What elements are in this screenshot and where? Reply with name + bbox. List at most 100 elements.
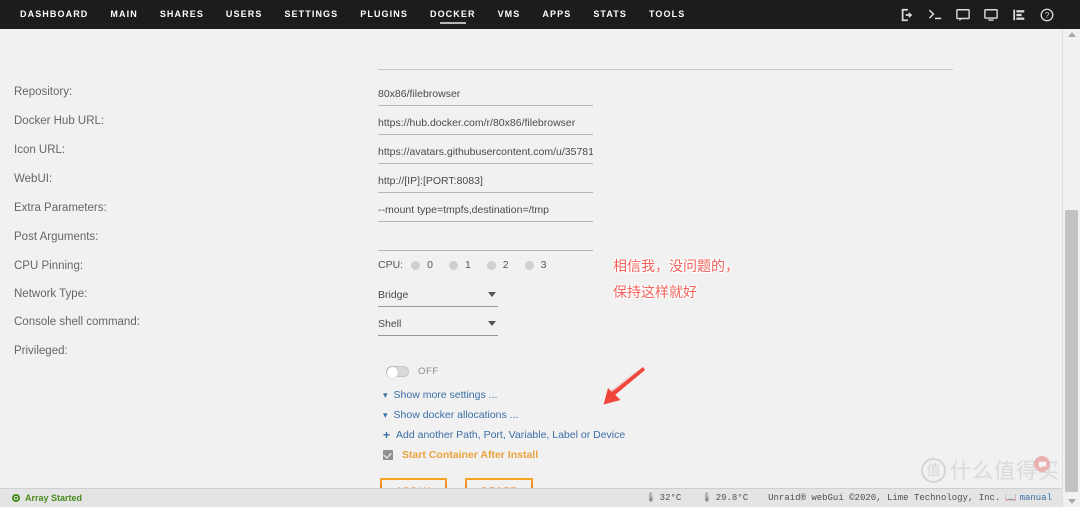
cpu-core-label-1: 1 xyxy=(464,259,471,271)
chat-icon[interactable] xyxy=(955,7,970,22)
page-scrollbar[interactable] xyxy=(1062,29,1080,507)
cpu-core-option-1[interactable]: 1 xyxy=(448,259,471,271)
scrollbar-thumb[interactable] xyxy=(1065,210,1078,492)
terminal-icon[interactable] xyxy=(927,7,942,22)
label-repository: Repository: xyxy=(14,86,73,98)
cpu-core-option-3[interactable]: 3 xyxy=(524,259,547,271)
start-container-label: Start Container After Install xyxy=(402,449,539,461)
privileged-toggle-row[interactable]: OFF xyxy=(386,366,439,378)
array-status-icon xyxy=(12,494,20,502)
chevron-down-icon xyxy=(488,292,496,297)
cpu-checkbox-2[interactable] xyxy=(486,260,496,270)
console-shell-value: Shell xyxy=(378,318,402,330)
extra-parameters-value: --mount type=tmpfs,destination=/tmp xyxy=(378,204,549,216)
cpu-pinning-row: CPU: 0 1 2 3 xyxy=(378,259,562,271)
label-network-type: Network Type: xyxy=(14,288,88,300)
scroll-up-arrow-icon[interactable] xyxy=(1068,32,1076,37)
icon-url-value: https://avatars.githubusercontent.com/u/… xyxy=(378,146,593,158)
status-footer: Array Started 🌡 32°C 🌡 29.8°C Unraid® we… xyxy=(0,488,1062,507)
nav-item-dashboard[interactable]: DASHBOARD xyxy=(9,0,99,29)
add-another-config-label: Add another Path, Port, Variable, Label … xyxy=(396,429,626,441)
docker-settings-form: Repository: Docker Hub URL: Icon URL: We… xyxy=(0,29,1062,504)
nav-item-stats[interactable]: STATS xyxy=(582,0,638,29)
cpu-temperature: 🌡 32°C xyxy=(645,493,681,503)
cpu-core-label-2: 2 xyxy=(502,259,509,271)
start-container-checkbox[interactable] xyxy=(383,450,393,460)
board-temperature: 🌡 29.8°C xyxy=(701,493,748,503)
chevron-down-icon: ▾ xyxy=(383,409,388,420)
cpu-prefix-label: CPU: xyxy=(378,259,404,271)
webui-input[interactable]: http://[IP]:[PORT:8083] xyxy=(378,173,593,193)
webui-value: http://[IP]:[PORT:8083] xyxy=(378,175,483,187)
label-docker-hub-url: Docker Hub URL: xyxy=(14,115,105,127)
nav-item-list: DASHBOARD MAIN SHARES USERS SETTINGS PLU… xyxy=(0,0,696,29)
nav-item-main[interactable]: MAIN xyxy=(99,0,148,29)
array-status-label: Array Started xyxy=(25,493,83,503)
scroll-down-arrow-icon[interactable] xyxy=(1068,499,1076,504)
nav-item-shares[interactable]: SHARES xyxy=(149,0,215,29)
cpu-temperature-value: 32°C xyxy=(659,493,682,503)
archive-icon[interactable] xyxy=(1011,7,1026,22)
cpu-core-label-0: 0 xyxy=(427,259,433,271)
toggle-knob xyxy=(387,367,398,378)
label-icon-url: Icon URL: xyxy=(14,144,66,156)
chevron-down-icon xyxy=(488,321,496,326)
footer-right-group: 🌡 32°C 🌡 29.8°C Unraid® webGui ©2020, Li… xyxy=(645,493,1062,503)
svg-text:?: ? xyxy=(1044,11,1049,20)
manual-link-label: manual xyxy=(1019,493,1052,503)
manual-link[interactable]: 📖 manual xyxy=(1005,493,1052,503)
show-docker-allocations-link[interactable]: ▾ Show docker allocations ... xyxy=(383,409,518,421)
monitor-icon[interactable] xyxy=(983,7,998,22)
icon-url-input[interactable]: https://avatars.githubusercontent.com/u/… xyxy=(378,144,593,164)
cpu-core-label-3: 3 xyxy=(540,259,547,271)
unraid-docker-page: DASHBOARD MAIN SHARES USERS SETTINGS PLU… xyxy=(0,0,1080,507)
privileged-toggle[interactable] xyxy=(386,366,409,378)
logout-icon[interactable] xyxy=(899,7,914,22)
repository-value: 80x86/filebrowser xyxy=(378,88,461,100)
cpu-checkbox-1[interactable] xyxy=(448,260,458,270)
plus-icon: + xyxy=(383,428,391,442)
thermometer-icon: 🌡 xyxy=(701,493,713,503)
chevron-down-icon: ▾ xyxy=(383,389,388,400)
label-webui: WebUI: xyxy=(14,173,53,185)
label-post-arguments: Post Arguments: xyxy=(14,231,99,243)
nav-item-settings[interactable]: SETTINGS xyxy=(273,0,349,29)
nav-item-plugins[interactable]: PLUGINS xyxy=(349,0,419,29)
cpu-core-option-0[interactable]: 0 xyxy=(411,259,433,271)
board-temperature-value: 29.8°C xyxy=(715,493,749,503)
cpu-checkbox-0[interactable] xyxy=(411,260,421,270)
form-top-divider xyxy=(378,69,953,70)
book-icon: 📖 xyxy=(1005,493,1017,503)
docker-hub-url-value: https://hub.docker.com/r/80x86/filebrows… xyxy=(378,117,576,129)
post-arguments-input[interactable] xyxy=(378,231,593,251)
extra-parameters-input[interactable]: --mount type=tmpfs,destination=/tmp xyxy=(378,202,593,222)
label-console-shell: Console shell command: xyxy=(14,316,140,328)
top-navigation-bar: DASHBOARD MAIN SHARES USERS SETTINGS PLU… xyxy=(0,0,1080,29)
repository-input[interactable]: 80x86/filebrowser xyxy=(378,86,593,106)
network-type-value: Bridge xyxy=(378,289,409,301)
nav-icon-group: ? xyxy=(899,0,1054,29)
docker-hub-url-input[interactable]: https://hub.docker.com/r/80x86/filebrows… xyxy=(378,115,593,135)
array-status-indicator[interactable]: Array Started xyxy=(0,493,82,503)
start-container-checkbox-row[interactable]: Start Container After Install xyxy=(383,449,538,461)
show-more-settings-link[interactable]: ▾ Show more settings ... xyxy=(383,389,497,401)
cpu-checkbox-3[interactable] xyxy=(524,260,534,270)
cpu-core-option-2[interactable]: 2 xyxy=(486,259,509,271)
show-docker-allocations-label: Show docker allocations ... xyxy=(393,409,519,421)
add-another-config-link[interactable]: + Add another Path, Port, Variable, Labe… xyxy=(383,429,625,441)
nav-item-vms[interactable]: VMS xyxy=(487,0,532,29)
thermometer-icon: 🌡 xyxy=(645,493,657,503)
label-cpu-pinning: CPU Pinning: xyxy=(14,260,84,272)
nav-item-docker[interactable]: DOCKER xyxy=(419,0,487,29)
privileged-state-label: OFF xyxy=(418,366,439,377)
show-more-settings-label: Show more settings ... xyxy=(393,389,498,401)
help-icon[interactable]: ? xyxy=(1039,7,1054,22)
label-extra-parameters: Extra Parameters: xyxy=(14,202,107,214)
network-type-select[interactable]: Bridge xyxy=(378,287,498,307)
nav-item-apps[interactable]: APPS xyxy=(531,0,582,29)
label-privileged: Privileged: xyxy=(14,345,68,357)
console-shell-select[interactable]: Shell xyxy=(378,316,498,336)
copyright-text: Unraid® webGui ©2020, Lime Technology, I… xyxy=(768,493,1001,503)
nav-item-tools[interactable]: TOOLS xyxy=(638,0,696,29)
nav-item-users[interactable]: USERS xyxy=(215,0,274,29)
